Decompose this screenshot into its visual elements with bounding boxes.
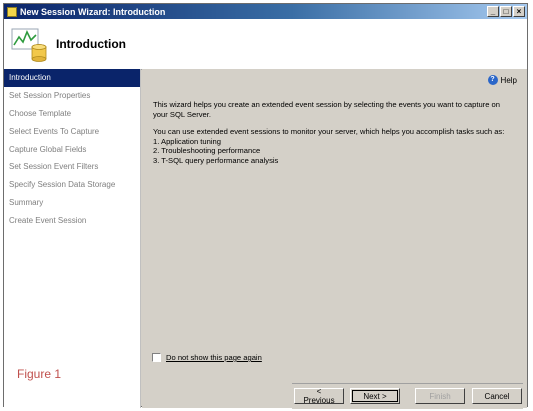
dont-show-again-label[interactable]: Do not show this page again <box>166 353 262 362</box>
sidebar-item-select-events[interactable]: Select Events To Capture <box>4 123 140 141</box>
help-link[interactable]: ? Help <box>487 75 517 85</box>
figure-caption: Figure 1 <box>17 367 62 381</box>
dont-show-again-row[interactable]: Do not show this page again <box>152 353 262 362</box>
task-item: 3. T-SQL query performance analysis <box>153 155 279 165</box>
maximize-button[interactable]: □ <box>500 6 512 17</box>
window-app-icon <box>7 6 17 17</box>
wizard-content: ? Help This wizard helps you create an e… <box>142 69 528 409</box>
wizard-chart-database-icon <box>11 28 47 62</box>
sidebar-item-capture-global-fields[interactable]: Capture Global Fields <box>4 141 140 159</box>
sidebar-item-summary[interactable]: Summary <box>4 194 140 212</box>
window-controls: _ □ × <box>487 6 525 17</box>
sidebar-item-set-session-properties[interactable]: Set Session Properties <box>4 87 140 105</box>
sidebar-item-choose-template[interactable]: Choose Template <box>4 105 140 123</box>
close-button[interactable]: × <box>513 6 525 17</box>
task-item: 1. Application tuning <box>153 136 221 146</box>
wizard-step-list: Introduction Set Session Properties Choo… <box>4 69 141 408</box>
wizard-header: Introduction <box>4 19 527 70</box>
intro-paragraph: This wizard helps you create an extended… <box>153 100 500 119</box>
tasks-intro: You can use extended event sessions to m… <box>153 127 505 136</box>
wizard-window: New Session Wizard: Introduction _ □ × I… <box>3 3 528 409</box>
title-bar[interactable]: New Session Wizard: Introduction _ □ × <box>4 4 527 19</box>
sidebar-item-create-event-session[interactable]: Create Event Session <box>4 212 140 230</box>
previous-button[interactable]: < Previous <box>294 387 344 405</box>
dont-show-again-checkbox[interactable] <box>152 353 161 362</box>
help-label[interactable]: Help <box>501 76 517 85</box>
tasks-section: You can use extended event sessions to m… <box>153 127 528 165</box>
window-title: New Session Wizard: Introduction <box>20 6 166 17</box>
cancel-button[interactable]: Cancel <box>472 388 522 404</box>
sidebar-item-data-storage[interactable]: Specify Session Data Storage <box>4 176 140 194</box>
minimize-button[interactable]: _ <box>487 6 499 17</box>
next-button[interactable]: Next > <box>350 388 400 404</box>
sidebar-item-introduction[interactable]: Introduction <box>4 69 140 87</box>
help-icon[interactable]: ? <box>487 75 498 85</box>
sidebar-item-set-event-filters[interactable]: Set Session Event Filters <box>4 158 140 176</box>
finish-button[interactable]: Finish <box>415 388 465 404</box>
task-item: 2. Troubleshooting performance <box>153 146 261 155</box>
page-title: Introduction <box>56 37 126 51</box>
